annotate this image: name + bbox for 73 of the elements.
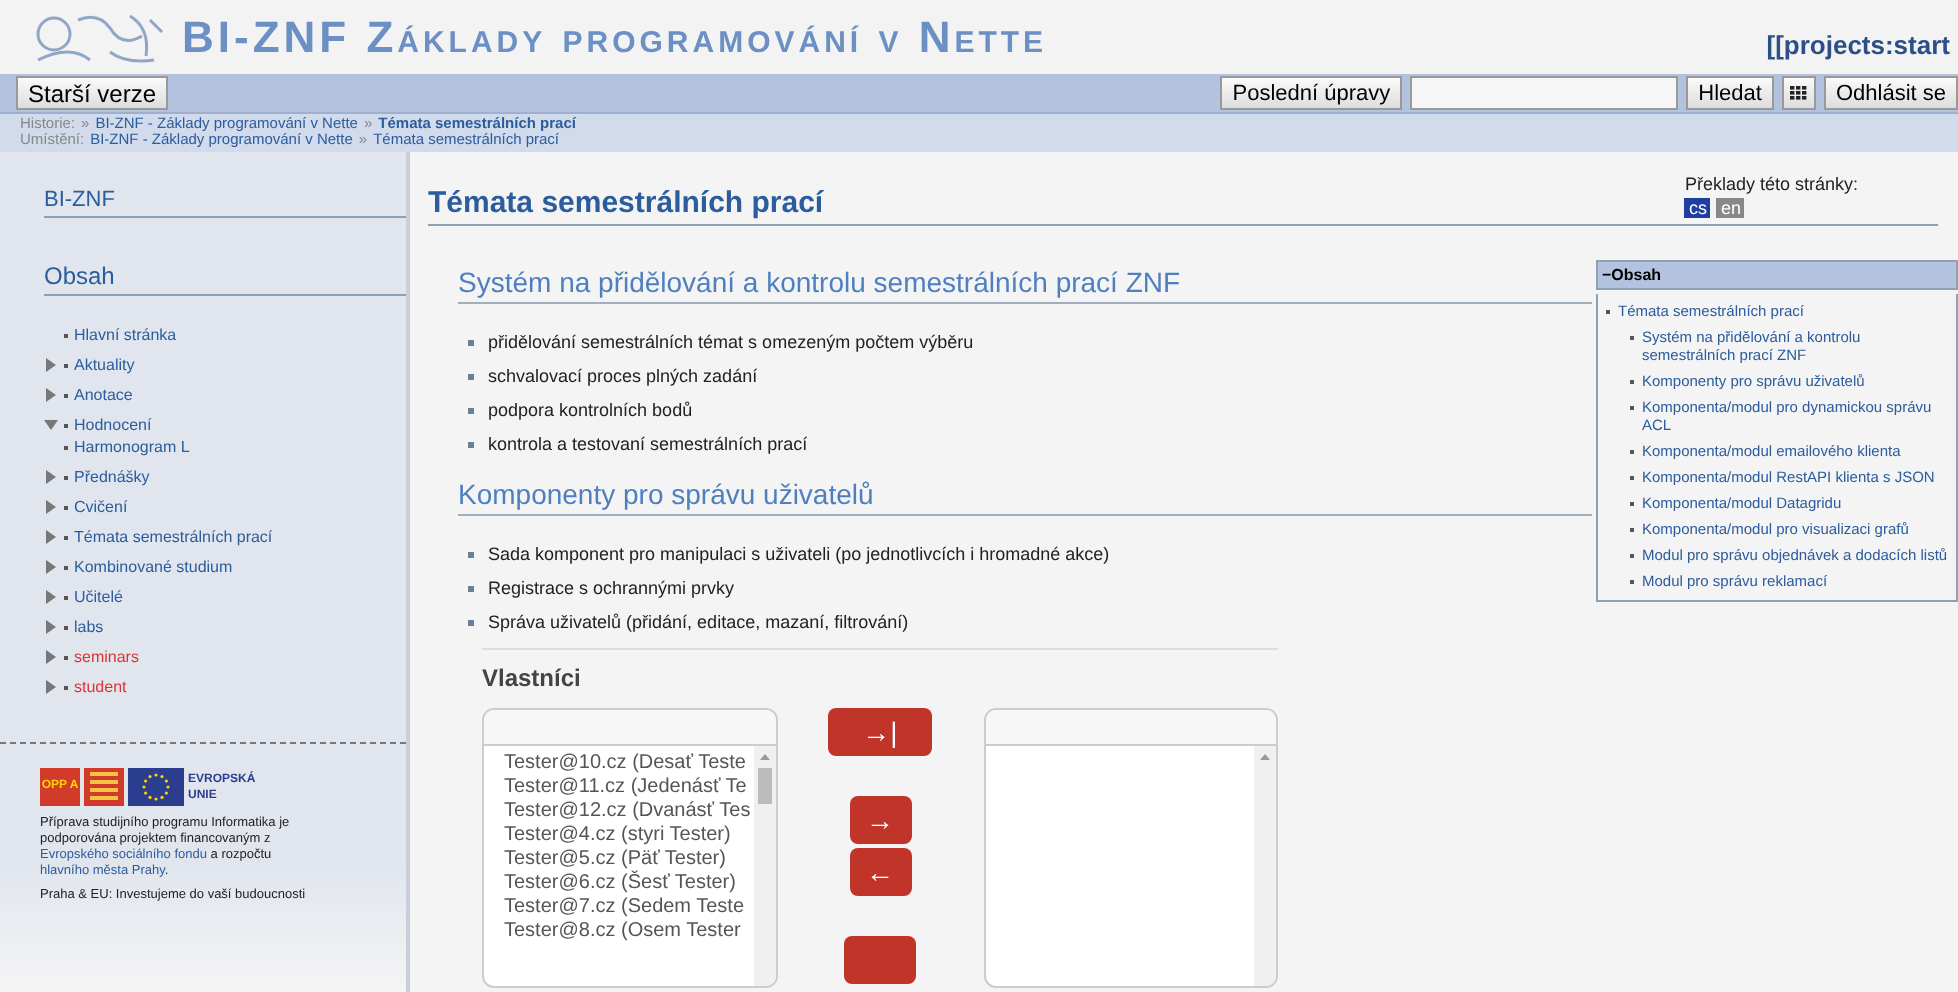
list-option[interactable]: Tester@6.cz (Šesť Tester)	[504, 872, 753, 896]
list-option[interactable]: Tester@7.cz (Sedem Teste	[504, 896, 753, 920]
scrollbar-icon[interactable]	[753, 746, 775, 986]
sidebar-heading: Obsah	[44, 262, 406, 296]
search-button[interactable]: Hledat	[1686, 76, 1774, 110]
scrollbar-icon[interactable]	[1254, 746, 1276, 986]
bullet-icon	[468, 339, 474, 345]
collapsed-arrow-icon[interactable]	[44, 560, 58, 574]
sidebar-link[interactable]: labs	[74, 618, 104, 636]
sidebar-link[interactable]: Cvičení	[74, 498, 128, 516]
bullet-icon	[468, 585, 474, 591]
toc-header[interactable]: −Obsah	[1596, 260, 1958, 290]
grid-icon[interactable]	[1781, 76, 1816, 110]
eu-flag	[128, 768, 184, 806]
bullet-icon	[468, 441, 474, 447]
list-item: schvalovací proces plných zadání	[488, 366, 758, 386]
move-button[interactable]: →|	[828, 708, 932, 756]
list-option[interactable]: Tester@4.cz (styri Tester)	[504, 824, 753, 848]
list-item: Správa uživatelů (přidání, editace, mazaní, filtrování)	[488, 612, 909, 632]
available-list[interactable]	[482, 708, 777, 988]
filter-field[interactable]	[484, 710, 775, 746]
list-item: Sada komponent pro manipulaci s uživateli (po jednotlivcích i hromadné akce)	[488, 544, 1110, 564]
collapsed-arrow-icon[interactable]	[44, 530, 58, 544]
list-item: kontrola a testovaní semestrálních prací	[488, 434, 808, 454]
sidebar-link[interactable]: Anotace	[74, 386, 133, 404]
sidebar-link[interactable]: Hodnocení	[74, 416, 152, 434]
list-item: Registrace s ochrannými prvky	[488, 578, 735, 598]
move-button[interactable]: →	[849, 796, 911, 844]
page-id[interactable]: [[projects:start	[1766, 30, 1950, 60]
collapsed-arrow-icon[interactable]	[44, 650, 58, 664]
prague-logo	[84, 768, 124, 806]
sidebar-link[interactable]: seminars	[74, 648, 139, 666]
language-link[interactable]: cs	[1684, 198, 1711, 218]
translations-label: Překlady této stránky:	[1684, 174, 1858, 194]
sidebar-link[interactable]: Učitelé	[74, 588, 123, 606]
collapsed-arrow-icon[interactable]	[44, 680, 58, 694]
list-option[interactable]: Tester@12.cz (Dvanásť Tes	[504, 800, 753, 824]
sidebar-link[interactable]: Harmonogram L	[74, 438, 190, 456]
collapsed-arrow-icon[interactable]	[44, 470, 58, 484]
bullet-icon	[468, 407, 474, 413]
bullet-icon	[468, 619, 474, 625]
bullet-icon	[468, 373, 474, 379]
expanded-arrow-icon[interactable]	[44, 418, 58, 432]
sidebar-link[interactable]: Aktuality	[74, 356, 135, 374]
sidebar-link[interactable]: student	[74, 678, 127, 696]
picker-title: Vlastníci	[482, 664, 583, 692]
sidebar-link[interactable]: Témata semestrálních prací	[74, 528, 273, 546]
search-field[interactable]	[1410, 76, 1679, 110]
move-button[interactable]: ←	[849, 848, 911, 896]
sidebar-title[interactable]: BI-ZNF	[44, 188, 406, 218]
list-item: podpora kontrolních bodů	[488, 400, 693, 420]
collapsed-arrow-icon[interactable]	[44, 620, 58, 634]
list-option[interactable]: Tester@5.cz (Päť Tester)	[504, 848, 753, 872]
collapsed-arrow-icon[interactable]	[44, 388, 58, 402]
language-link[interactable]: en	[1716, 198, 1745, 218]
older-versions-button[interactable]: Starší verze	[16, 76, 169, 110]
list-item: přidělování semestrálních témat s omezeným počtem výběru	[488, 332, 974, 352]
sidebar-link[interactable]: Hlavní stránka	[74, 326, 177, 344]
sidebar-link[interactable]: Kombinované studium	[74, 558, 233, 576]
list-option[interactable]: Tester@11.cz (Jedenásť Te	[504, 776, 753, 800]
list-option[interactable]: Tester@10.cz (Desať Teste	[504, 752, 753, 776]
recent-changes-button[interactable]: Poslední úpravy	[1220, 76, 1403, 110]
collapsed-arrow-icon[interactable]	[44, 500, 58, 514]
section-heading: Komponenty pro správu uživatelů	[458, 478, 1592, 516]
section-heading: Systém na přidělování a kontrolu semestrálních prací ZNF	[458, 266, 1592, 304]
collapsed-arrow-icon[interactable]	[44, 590, 58, 604]
filter-field[interactable]	[985, 710, 1276, 746]
bullet-icon	[468, 551, 474, 557]
sidebar-link[interactable]: Přednášky	[74, 468, 150, 486]
collapsed-arrow-icon[interactable]	[44, 358, 58, 372]
page-title: Témata semestrálních prací	[428, 186, 824, 224]
logout-button[interactable]: Odhlásit se	[1823, 76, 1958, 110]
list-option[interactable]: Tester@8.cz (Osem Tester	[504, 920, 753, 944]
